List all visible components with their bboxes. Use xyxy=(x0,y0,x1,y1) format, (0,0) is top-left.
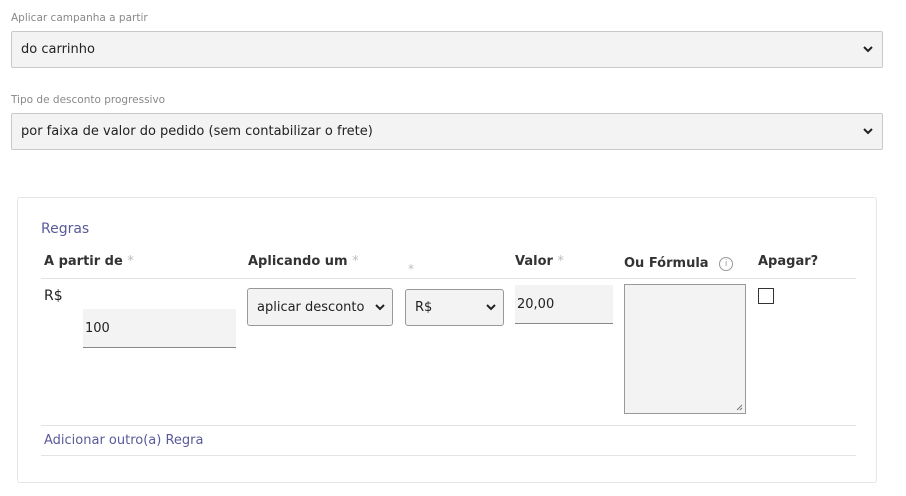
add-rule-link[interactable]: Adicionar outro(a) Regra xyxy=(44,433,203,448)
resize-grip-icon[interactable] xyxy=(735,403,743,411)
chevron-down-icon xyxy=(374,301,386,313)
chevron-down-icon xyxy=(862,126,874,138)
discount-type-label: Tipo de desconto progressivo xyxy=(11,94,166,106)
column-header-from-label: A partir de xyxy=(44,254,123,269)
delete-checkbox[interactable] xyxy=(758,288,774,304)
column-header-delete: Apagar? xyxy=(758,254,819,269)
column-header-from: A partir de * xyxy=(44,254,134,269)
required-mark: * xyxy=(352,254,359,269)
currency-required-mark: * xyxy=(408,262,414,276)
from-value-input[interactable]: 100 xyxy=(83,309,236,348)
campaign-select-value: do carrinho xyxy=(21,42,95,57)
chevron-down-icon xyxy=(862,44,874,56)
applying-select-value: aplicar desconto xyxy=(257,299,365,315)
campaign-label: Aplicar campanha a partir xyxy=(11,12,148,24)
rules-panel: Regras A partir de * Aplicando um * * Va… xyxy=(17,197,877,483)
required-mark: * xyxy=(557,254,564,269)
currency-select-value: R$ xyxy=(415,300,433,315)
currency-prefix: R$ xyxy=(44,288,63,304)
amount-input[interactable]: 20,00 xyxy=(515,285,613,324)
applying-select[interactable]: aplicar desconto xyxy=(247,288,393,326)
column-header-value: Valor * xyxy=(515,254,564,269)
footer-divider xyxy=(41,455,856,456)
column-header-applying: Aplicando um * xyxy=(248,254,359,269)
column-header-formula-label: Ou Fórmula xyxy=(624,256,709,271)
column-header-formula: Ou Fórmula i xyxy=(624,256,734,271)
info-icon[interactable]: i xyxy=(719,256,734,271)
header-divider xyxy=(41,278,856,279)
discount-type-select[interactable]: por faixa de valor do pedido (sem contab… xyxy=(11,113,883,150)
required-mark: * xyxy=(127,254,134,269)
campaign-select[interactable]: do carrinho xyxy=(11,31,883,68)
discount-type-select-value: por faixa de valor do pedido (sem contab… xyxy=(21,124,373,139)
currency-select[interactable]: R$ xyxy=(405,289,504,326)
formula-textarea[interactable] xyxy=(624,284,746,414)
column-header-value-label: Valor xyxy=(515,254,553,269)
chevron-down-icon xyxy=(485,302,497,314)
rules-title: Regras xyxy=(41,221,90,237)
row-divider xyxy=(41,425,856,426)
column-header-applying-label: Aplicando um xyxy=(248,254,348,269)
